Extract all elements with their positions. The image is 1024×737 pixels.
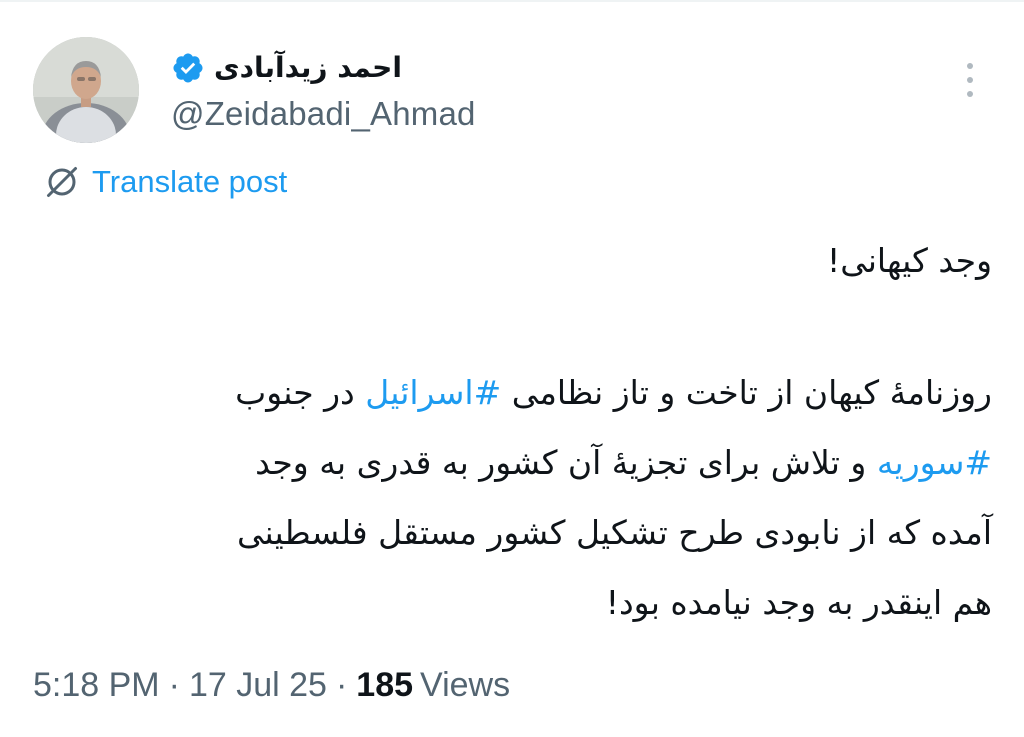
meta-separator: · bbox=[335, 665, 348, 704]
tweet-text-segment: و تلاش برای تجزیهٔ آن کشور به قدری به وج… bbox=[255, 443, 877, 482]
globe-icon bbox=[47, 167, 77, 197]
avatar[interactable] bbox=[33, 37, 139, 143]
more-vertical-icon bbox=[967, 63, 973, 69]
author-display-name[interactable]: احمد زیدآبادی bbox=[214, 46, 454, 90]
verified-badge-icon bbox=[173, 53, 203, 83]
tweet-time[interactable]: 5:18 PM bbox=[33, 666, 160, 705]
top-divider bbox=[0, 0, 1024, 2]
author-handle[interactable]: @Zeidabadi_Ahmad bbox=[171, 92, 476, 136]
tweet-line: روزنامهٔ کیهان از تاخت و تاز نظامی #اسرا… bbox=[46, 358, 992, 428]
tweet-line: #سوریه و تلاش برای تجزیهٔ آن کشور به قدر… bbox=[46, 428, 992, 498]
views-label[interactable]: Views bbox=[420, 666, 510, 705]
tweet-line: آمده که از نابودی طرح تشکیل کشور مستقل ف… bbox=[237, 513, 992, 552]
more-vertical-icon bbox=[967, 77, 973, 83]
tweet-meta: 5:18 PM · 17 Jul 25 · 185 Views bbox=[33, 660, 510, 710]
hashtag-syria[interactable]: #سوریه bbox=[877, 443, 992, 482]
avatar-image bbox=[33, 37, 139, 143]
more-options-button[interactable] bbox=[950, 58, 990, 102]
tweet-paragraph-1: وجد کیهانی! bbox=[46, 226, 992, 296]
hashtag-israel[interactable]: #اسرائیل bbox=[365, 373, 501, 412]
tweet-paragraph-2: روزنامهٔ کیهان از تاخت و تاز نظامی #اسرا… bbox=[46, 358, 992, 638]
views-count[interactable]: 185 bbox=[356, 666, 413, 705]
meta-separator: · bbox=[168, 665, 180, 704]
translate-post-link[interactable]: Translate post bbox=[44, 160, 287, 204]
tweet-text-segment: روزنامهٔ کیهان از تاخت و تاز نظامی bbox=[501, 373, 992, 412]
translate-post-label: Translate post bbox=[92, 164, 288, 199]
tweet-line: وجد کیهانی! bbox=[827, 241, 992, 280]
more-vertical-icon bbox=[967, 91, 973, 97]
tweet-text-segment: در جنوب bbox=[235, 373, 366, 412]
tweet-date[interactable]: 17 Jul 25 bbox=[189, 666, 327, 705]
tweet-line: هم اینقدر به وجد نیامده بود! bbox=[605, 583, 992, 622]
